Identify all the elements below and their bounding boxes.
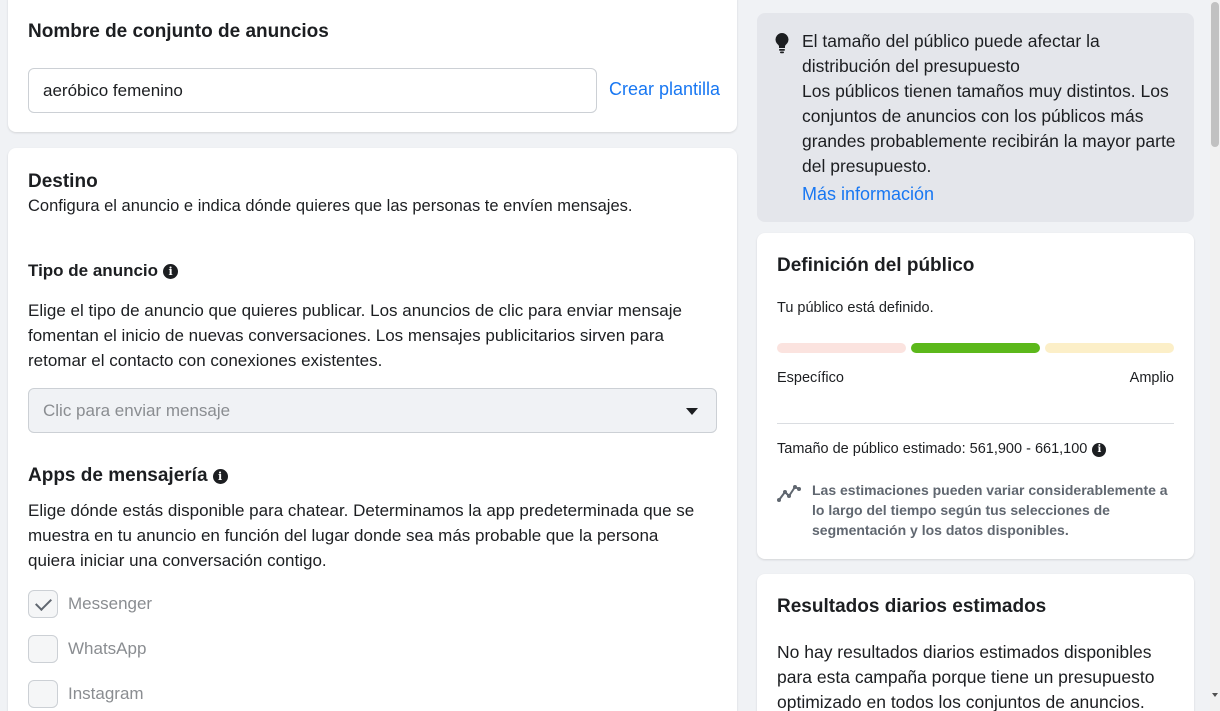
instagram-option[interactable]: Instagram <box>28 679 144 709</box>
messenger-checkbox[interactable] <box>28 590 58 618</box>
budget-tip-box: El tamaño del público puede afectar la d… <box>757 13 1194 222</box>
budget-tip-text: El tamaño del público puede afectar la d… <box>802 29 1192 207</box>
adset-name-input[interactable]: aeróbico femenino <box>28 68 597 113</box>
caret-down-icon <box>686 408 698 415</box>
instagram-label: Instagram <box>68 684 144 703</box>
daily-results-line: para esta campaña porque tiene un presup… <box>777 667 1155 687</box>
divider <box>777 423 1174 424</box>
scrollbar-thumb[interactable] <box>1211 2 1219 147</box>
scroll-down-arrow-icon[interactable] <box>1212 693 1218 697</box>
info-icon[interactable]: i <box>163 264 179 279</box>
messaging-apps-label-text: Apps de mensajería <box>28 465 208 486</box>
ad-type-selected-value: Clic para enviar mensaje <box>43 401 231 420</box>
messaging-apps-description: Elige dónde estás disponible para chatea… <box>28 498 728 573</box>
audience-size-text: Tamaño de público estimado: 561,900 - 66… <box>777 441 1088 457</box>
messaging-apps-description-line: quiera iniciar una conversación contigo. <box>28 551 327 570</box>
whatsapp-option[interactable]: WhatsApp <box>28 634 146 664</box>
whatsapp-label: WhatsApp <box>68 639 147 658</box>
daily-results-card: Resultados diarios estimados No hay resu… <box>757 574 1194 711</box>
destination-card: Destino Configura el anuncio e indica dó… <box>8 148 737 711</box>
estimate-note-line: lo largo del tiempo según tus seleccione… <box>812 502 1110 518</box>
meter-specific-label: Específico <box>777 370 844 386</box>
tip-line: distribución del presupuesto <box>802 56 1020 76</box>
messenger-option[interactable]: Messenger <box>28 589 152 619</box>
meter-defined-segment <box>911 343 1040 353</box>
messenger-label: Messenger <box>68 594 153 613</box>
tip-line: conjuntos de anuncios con los públicos m… <box>802 106 1144 126</box>
lightbulb-icon <box>774 32 790 54</box>
tip-line: El tamaño del público puede afectar la <box>802 31 1100 51</box>
tip-line: del presupuesto. <box>802 156 932 176</box>
estimate-note: Las estimaciones pueden variar considera… <box>812 480 1168 540</box>
info-icon[interactable]: i <box>1092 443 1107 457</box>
meter-broad-segment <box>1045 343 1174 353</box>
trend-icon <box>777 482 801 504</box>
info-icon[interactable]: i <box>212 469 228 484</box>
instagram-checkbox[interactable] <box>28 680 58 708</box>
audience-definition-card: Definición del público Tu público está d… <box>757 233 1194 559</box>
messaging-apps-label: Apps de mensajería i <box>28 465 228 487</box>
whatsapp-checkbox[interactable] <box>28 635 58 663</box>
adset-name-card: Nombre de conjunto de anuncios aeróbico … <box>8 0 737 132</box>
estimate-note-line: segmentación y los datos disponibles. <box>812 522 1069 538</box>
daily-results-text: No hay resultados diarios estimados disp… <box>777 640 1187 711</box>
ad-type-description-line: Elige el tipo de anuncio que quieres pub… <box>28 301 682 320</box>
more-info-link[interactable]: Más información <box>802 182 1192 207</box>
meter-broad-label: Amplio <box>1129 370 1174 386</box>
ad-type-label-text: Tipo de anuncio <box>28 261 159 280</box>
page-scrollbar[interactable] <box>1210 0 1220 711</box>
create-template-link[interactable]: Crear plantilla <box>609 79 720 100</box>
adset-name-title: Nombre de conjunto de anuncios <box>28 21 329 42</box>
messaging-apps-description-line: muestra en tu anuncio en función del lug… <box>28 526 659 545</box>
ad-type-description-line: fomentan el inicio de nuevas conversacio… <box>28 326 664 345</box>
tip-line: grandes probablemente recibirán la mayor… <box>802 131 1176 151</box>
destination-subtitle: Configura el anuncio e indica dónde quie… <box>28 197 633 215</box>
tip-line: Los públicos tienen tamaños muy distinto… <box>802 81 1169 101</box>
ad-type-label: Tipo de anuncio i <box>28 261 179 281</box>
daily-results-line: No hay resultados diarios estimados disp… <box>777 642 1152 662</box>
estimate-note-line: Las estimaciones pueden variar considera… <box>812 482 1168 498</box>
daily-results-title: Resultados diarios estimados <box>777 596 1047 617</box>
meter-specific-segment <box>777 343 906 353</box>
audience-meter <box>757 233 1194 363</box>
audience-size: Tamaño de público estimado: 561,900 - 66… <box>777 441 1107 457</box>
messaging-apps-description-line: Elige dónde estás disponible para chatea… <box>28 501 695 520</box>
ad-type-description-line: retomar el contacto con conexiones exist… <box>28 351 383 370</box>
daily-results-line: optimizado en todos los conjuntos de anu… <box>777 692 1145 711</box>
destination-title: Destino <box>28 171 98 192</box>
ad-type-select[interactable]: Clic para enviar mensaje <box>28 388 717 433</box>
ad-type-description: Elige el tipo de anuncio que quieres pub… <box>28 298 728 373</box>
